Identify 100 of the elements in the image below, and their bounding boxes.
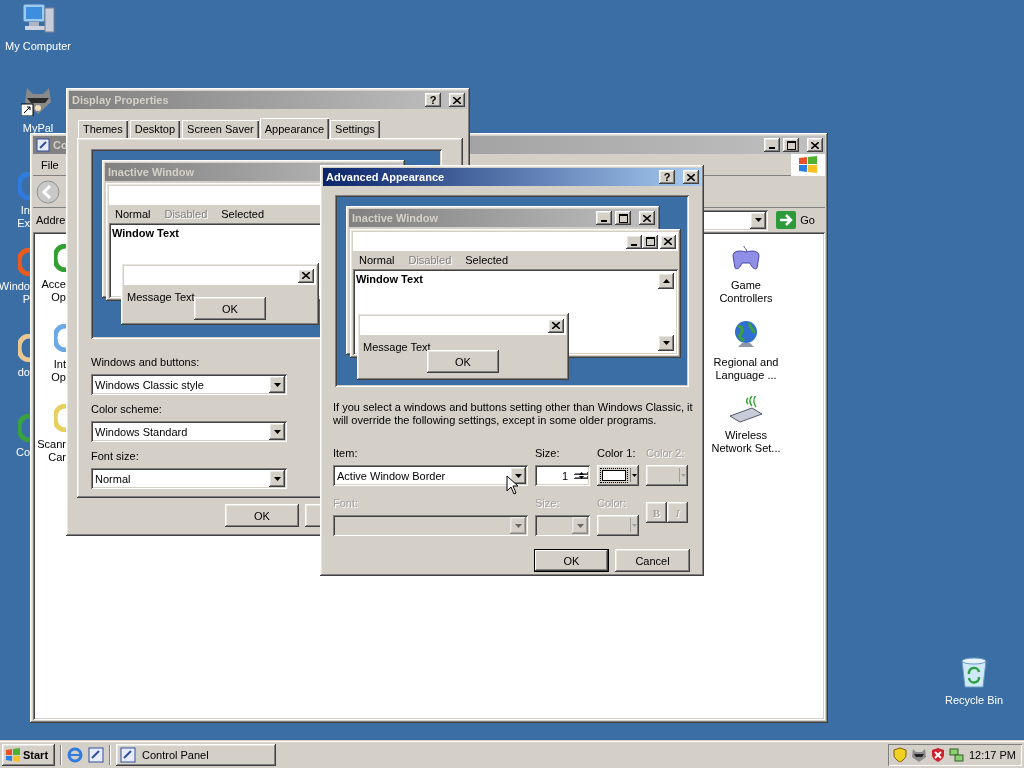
dropdown[interactable]: Windows Classic style <box>91 374 287 395</box>
item-label[interactable]: Int <box>53 358 66 371</box>
desktop-icon-label[interactable]: Recycle Bin <box>944 694 1004 707</box>
desktop-icon-label[interactable]: My Computer <box>5 40 71 53</box>
maximize-button[interactable] <box>783 138 799 152</box>
minimize-icon <box>631 243 637 246</box>
shield-icon[interactable] <box>930 747 946 763</box>
tab[interactable]: Settings <box>330 120 380 138</box>
control-panel-icon <box>36 138 50 152</box>
desktop-icon-label[interactable]: P <box>22 293 30 306</box>
wireless-adapter-icon <box>728 396 764 424</box>
shield-icon[interactable] <box>892 747 908 763</box>
close-button[interactable] <box>683 170 699 184</box>
taskbar-button[interactable]: Control Panel <box>116 744 276 766</box>
close-icon <box>552 322 560 329</box>
item-label[interactable]: Acce <box>41 278 66 291</box>
clock[interactable]: 12:17 PM <box>968 749 1016 761</box>
go-button[interactable]: Go <box>772 209 825 231</box>
dropdown-arrow-icon <box>630 468 637 482</box>
size-spinner[interactable]: 1 <box>535 465 590 486</box>
minimize-button[interactable] <box>626 234 642 249</box>
minimize-icon <box>601 220 607 222</box>
desktop-icon-label[interactable]: MyPal <box>22 122 54 135</box>
item-label[interactable]: Op <box>51 291 66 304</box>
close-button[interactable] <box>807 138 823 152</box>
dropdown[interactable]: Normal <box>91 468 287 489</box>
desktop-shortcut-icon[interactable] <box>88 747 104 763</box>
close-icon <box>643 214 651 222</box>
item-label[interactable]: Car <box>48 451 66 464</box>
down-arrow-icon[interactable] <box>578 476 584 479</box>
close-button[interactable] <box>298 268 314 283</box>
recycle-bin-icon <box>959 656 989 688</box>
field-label: Font size: <box>91 450 139 463</box>
color-picker[interactable] <box>597 465 639 486</box>
flag-logo-icon <box>5 748 21 762</box>
ok-button[interactable]: OK <box>194 297 266 320</box>
maximize-button[interactable] <box>615 211 631 225</box>
flag-logo-icon <box>798 155 818 174</box>
dropdown[interactable]: Windows Standard <box>91 421 287 442</box>
desktop-icon-label[interactable]: do <box>17 366 30 379</box>
dropdown-arrow-icon <box>514 523 522 528</box>
ok-button[interactable]: OK <box>534 549 609 572</box>
window-title: Inactive Window <box>352 212 439 224</box>
minimize-button[interactable] <box>596 211 612 225</box>
item-label[interactable]: Scanr <box>37 438 66 451</box>
tab[interactable]: Themes <box>78 120 128 138</box>
item-label[interactable]: Op <box>51 371 66 384</box>
item-label[interactable]: Regional and Language ... <box>706 356 786 382</box>
maximize-button[interactable] <box>642 234 658 249</box>
tab[interactable]: Desktop <box>129 120 181 138</box>
start-button[interactable]: Start <box>2 744 55 766</box>
scroll-up-button[interactable] <box>658 273 674 289</box>
field-label: Color scheme: <box>91 403 162 416</box>
go-arrow-icon <box>776 211 797 229</box>
window-title: Advanced Appearance <box>326 171 445 183</box>
close-button[interactable] <box>660 234 676 249</box>
dropdown-arrow-icon <box>273 382 281 387</box>
dropdown-arrow-icon <box>662 341 670 345</box>
menu-item[interactable]: File <box>41 158 59 171</box>
dropdown-arrow-icon <box>630 518 637 532</box>
window-title: Display Properties <box>72 94 169 106</box>
up-arrow-icon <box>662 279 670 283</box>
item-label[interactable]: Game Controllers <box>706 279 786 305</box>
desktop-icon-label[interactable]: In <box>20 204 30 217</box>
field-label: Item: <box>333 447 358 460</box>
close-button[interactable] <box>639 211 655 225</box>
window-title: Inactive Window <box>108 166 195 178</box>
close-button[interactable] <box>449 93 465 107</box>
minimize-icon <box>769 147 775 149</box>
cursor-icon <box>506 475 519 495</box>
close-icon <box>302 272 310 279</box>
item-label[interactable]: Wireless Network Set... <box>706 429 786 455</box>
close-icon <box>664 238 672 245</box>
network-icon[interactable] <box>949 747 965 763</box>
browser-icon[interactable] <box>67 747 83 763</box>
window-text: Window Text <box>356 273 423 285</box>
ok-button[interactable]: OK <box>427 350 499 373</box>
scroll-down-button[interactable] <box>658 335 674 351</box>
maximize-icon <box>618 213 628 223</box>
raccoon-icon[interactable] <box>911 747 927 763</box>
desktop-icon-label[interactable]: Co <box>15 446 30 459</box>
menu-item: Disabled <box>408 254 452 266</box>
ok-button[interactable]: OK <box>225 504 299 527</box>
help-button[interactable]: ? <box>425 93 441 107</box>
dropdown-arrow-icon <box>514 473 522 478</box>
close-icon <box>687 173 695 181</box>
message-text: Message Text <box>363 341 431 353</box>
maximize-icon <box>645 237 655 246</box>
dropdown[interactable]: Active Window Border <box>333 465 528 486</box>
cancel-button[interactable]: Cancel <box>615 549 690 572</box>
tab[interactable]: Screen Saver <box>182 120 259 138</box>
minimize-button[interactable] <box>764 138 780 152</box>
desktop-icon-label[interactable]: Ex <box>17 217 30 230</box>
help-button[interactable]: ? <box>659 170 675 184</box>
up-arrow-icon[interactable] <box>578 472 584 475</box>
override-note: If you select a windows and buttons setting other than Windows Classic, it will override the following settings, except in some older programs. <box>333 401 693 427</box>
tab[interactable]: Appearance <box>259 118 330 139</box>
ring-icon <box>54 244 66 272</box>
close-button[interactable] <box>548 318 564 333</box>
field-label: Windows and buttons: <box>91 356 200 369</box>
